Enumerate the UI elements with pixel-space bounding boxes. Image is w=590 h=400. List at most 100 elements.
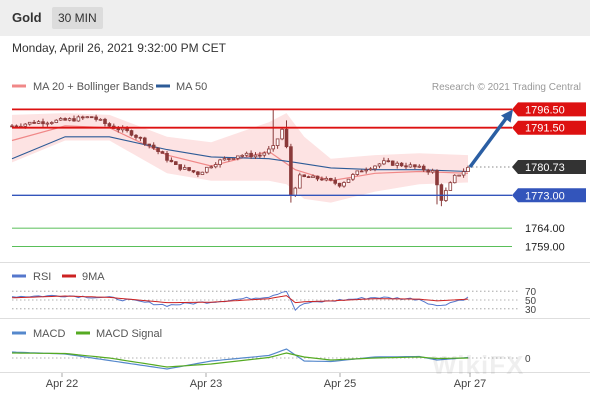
candle-body bbox=[435, 170, 439, 186]
candle-body bbox=[320, 178, 324, 181]
candle-body bbox=[14, 125, 19, 128]
candle-body bbox=[404, 165, 408, 168]
candle-body bbox=[138, 136, 143, 139]
candle-body bbox=[289, 146, 293, 196]
candle-body bbox=[240, 154, 245, 157]
candle-body bbox=[151, 144, 156, 149]
candle-body bbox=[253, 154, 258, 158]
candle-body bbox=[76, 116, 81, 122]
candle-body bbox=[187, 167, 191, 171]
candle-body bbox=[89, 116, 94, 119]
candle-body bbox=[275, 138, 280, 146]
price-chart: MA 20 + Bollinger Bands MA 50 Research © 2… bbox=[10, 81, 586, 390]
candle-body bbox=[413, 164, 417, 168]
candle-body bbox=[342, 182, 346, 187]
candle-body bbox=[72, 118, 76, 122]
candle-body bbox=[182, 167, 187, 170]
candle-body bbox=[85, 116, 90, 119]
macd-line bbox=[11, 348, 469, 370]
candle-body bbox=[311, 175, 315, 179]
candle-body bbox=[54, 119, 59, 123]
forecast-arrow-line bbox=[468, 113, 511, 169]
credit-label: Research © 2021 Trading Central bbox=[432, 82, 581, 93]
candle-body bbox=[27, 121, 32, 125]
candle-body bbox=[191, 170, 196, 173]
candle-body bbox=[244, 152, 249, 156]
x-tick-label: Apr 22 bbox=[46, 378, 78, 390]
candle-body bbox=[417, 165, 422, 168]
legend-label-ma20: MA 20 + Bollinger Bands bbox=[33, 81, 154, 93]
candle-body bbox=[67, 118, 72, 121]
candle-body bbox=[200, 171, 205, 175]
candle-body bbox=[173, 161, 178, 165]
candle-body bbox=[63, 118, 67, 121]
candle-body bbox=[382, 160, 386, 165]
candle-body bbox=[266, 148, 271, 154]
level-label-1791.50: 1791.50 bbox=[525, 123, 565, 135]
candle-body bbox=[98, 118, 103, 121]
candle-body bbox=[249, 152, 253, 158]
candle-body bbox=[390, 160, 395, 166]
candle-body bbox=[23, 123, 28, 127]
candle-body bbox=[32, 121, 36, 124]
candle-body bbox=[235, 155, 240, 159]
candle-body bbox=[452, 174, 457, 184]
candle-body bbox=[373, 165, 377, 170]
candle-body bbox=[204, 166, 209, 173]
candle-body bbox=[306, 176, 311, 179]
candle-body bbox=[10, 125, 14, 128]
candle-body bbox=[457, 174, 461, 177]
x-tick-label: Apr 23 bbox=[190, 378, 222, 390]
macd-zero-label: 0 bbox=[525, 354, 531, 365]
candle-body bbox=[293, 187, 298, 196]
candle-body bbox=[218, 159, 222, 165]
level-label-1759.00: 1759.00 bbox=[525, 241, 565, 253]
candle-body bbox=[222, 158, 227, 161]
candle-body bbox=[107, 123, 112, 127]
candle-body bbox=[333, 179, 337, 184]
rsi-level-label: 30 bbox=[525, 305, 537, 316]
candle-body bbox=[165, 152, 169, 161]
candle-body bbox=[262, 152, 267, 156]
candle-body bbox=[142, 137, 147, 145]
candle-body bbox=[302, 174, 306, 177]
candle-body bbox=[81, 116, 85, 119]
watermark: WikiFX bbox=[432, 350, 525, 380]
candle-body bbox=[258, 154, 262, 157]
candle-body bbox=[129, 130, 134, 136]
candle-body bbox=[178, 164, 183, 170]
level-label-1764.00: 1764.00 bbox=[525, 223, 565, 235]
candle-body bbox=[368, 168, 373, 171]
candle-body bbox=[94, 116, 98, 120]
legend-label-macd: MACD bbox=[33, 328, 65, 340]
candle-body bbox=[346, 178, 351, 183]
candle-body bbox=[461, 171, 466, 176]
candle-body bbox=[421, 165, 426, 171]
candle-body bbox=[45, 122, 50, 125]
legend-label-macd-signal: MACD Signal bbox=[96, 328, 162, 340]
candle-body bbox=[36, 121, 41, 124]
candle-body bbox=[41, 121, 45, 125]
candle-body bbox=[196, 171, 200, 175]
candle-body bbox=[466, 166, 470, 172]
candle-body bbox=[50, 122, 54, 124]
candle-body bbox=[426, 169, 430, 173]
candle-body bbox=[315, 175, 320, 180]
candle-body bbox=[160, 151, 165, 154]
candle-body bbox=[169, 159, 174, 163]
candle-body bbox=[271, 145, 275, 150]
candle-body bbox=[284, 128, 289, 148]
candle-body bbox=[408, 164, 413, 168]
macd-signal-line bbox=[12, 352, 469, 368]
candle-body bbox=[147, 143, 152, 146]
candle-body bbox=[359, 170, 364, 173]
candle-body bbox=[386, 160, 391, 163]
candle-body bbox=[377, 163, 382, 167]
candle-body bbox=[103, 118, 107, 125]
candle-body bbox=[448, 182, 453, 191]
candle-body bbox=[430, 170, 435, 173]
candle-body bbox=[439, 184, 444, 201]
panel-divider bbox=[0, 318, 590, 319]
level-label-1780.73: 1780.73 bbox=[525, 162, 565, 174]
candle-body bbox=[399, 162, 404, 167]
